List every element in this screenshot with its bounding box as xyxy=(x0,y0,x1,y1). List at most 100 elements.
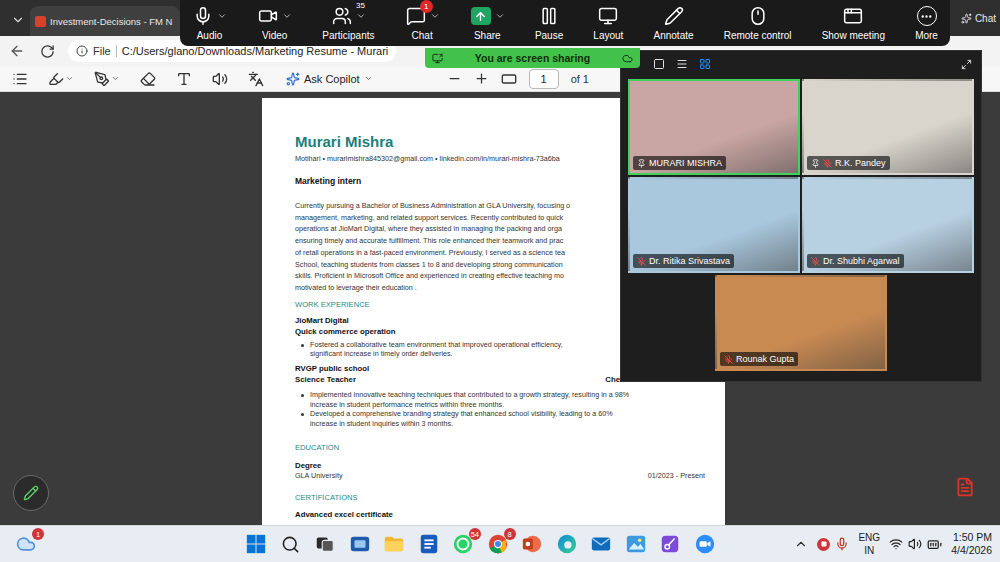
more-icon xyxy=(917,6,937,26)
meeting-toolbar-button[interactable]: Share xyxy=(470,5,505,41)
gallery-view-button[interactable] xyxy=(651,56,667,72)
taskbar-app[interactable] xyxy=(658,532,682,556)
weather-button[interactable]: 1 xyxy=(14,532,38,556)
quick-settings[interactable] xyxy=(889,537,942,552)
gallery-view-button[interactable] xyxy=(697,56,713,72)
copilot-chat-button[interactable]: Chat xyxy=(957,13,1000,24)
chevron-down-icon xyxy=(111,74,120,83)
taskbar-app[interactable] xyxy=(244,532,268,556)
mouse-icon xyxy=(748,6,768,26)
meeting-toolbar-button[interactable]: Annotate xyxy=(654,5,694,41)
text-button[interactable] xyxy=(176,70,192,88)
expand-button[interactable] xyxy=(958,56,974,72)
taskbar-app[interactable] xyxy=(624,532,648,556)
taskbar-app[interactable] xyxy=(313,532,337,556)
show-hidden-icons-icon[interactable] xyxy=(794,537,808,551)
speaker-view-icon xyxy=(653,58,665,70)
tray-app-icon[interactable] xyxy=(817,538,830,551)
resume-contact: Motihari • murarimishra845302@gmail.com … xyxy=(295,153,620,164)
summary-line: management, marketing, and related suppo… xyxy=(295,212,620,224)
refresh-button[interactable] xyxy=(38,42,56,60)
meeting-toolbar-button[interactable]: Remote control xyxy=(724,5,792,41)
back-button[interactable] xyxy=(8,42,26,60)
read-aloud-button[interactable] xyxy=(212,70,228,88)
taskbar-app[interactable] xyxy=(693,532,717,556)
draw-button[interactable] xyxy=(94,70,120,88)
app-badge: 54 xyxy=(469,528,481,540)
participant-tile[interactable]: MURARI MISHRA xyxy=(628,79,800,175)
meeting-toolbar-button[interactable]: Pause xyxy=(535,5,563,41)
taskbar-app[interactable] xyxy=(520,532,544,556)
meeting-toolbar-button[interactable]: More xyxy=(915,5,938,41)
draw-fab-button[interactable] xyxy=(13,475,49,511)
copilot-icon xyxy=(286,72,300,86)
acrobat-button[interactable] xyxy=(954,476,976,498)
tab-actions-button[interactable] xyxy=(6,8,30,32)
taskbar-app[interactable] xyxy=(382,532,406,556)
bullet-line: Implemented innovative teaching techniqu… xyxy=(310,390,629,400)
gallery-view-button[interactable] xyxy=(674,56,690,72)
zoom-out-button[interactable] xyxy=(447,70,462,88)
meeting-toolbar-button[interactable]: 1Chat xyxy=(405,5,440,41)
clock[interactable]: 1:50 PM4/4/2026 xyxy=(951,531,992,557)
meeting-toolbar-button[interactable]: 35Participants xyxy=(322,5,374,41)
participant-name-tag: R.K. Pandey xyxy=(807,156,890,170)
taskbar-app[interactable] xyxy=(589,532,613,556)
browser-tab[interactable]: Investment-Decisions - FM N xyxy=(30,6,180,36)
taskbar-app[interactable] xyxy=(417,532,441,556)
taskbar-app[interactable] xyxy=(279,532,303,556)
microphone-in-use-icon[interactable] xyxy=(835,537,849,551)
weather-badge: 1 xyxy=(32,528,44,540)
pencil-icon xyxy=(664,6,684,26)
strip-view-icon xyxy=(676,58,688,70)
zoom-controls: 1of 1 xyxy=(447,69,589,89)
gallery-header xyxy=(628,51,974,77)
address-scheme: File xyxy=(93,45,117,57)
taskbar-app[interactable]: 54 xyxy=(451,532,475,556)
meeting-toolbar-button[interactable]: Video xyxy=(257,5,292,41)
taskbar-app[interactable] xyxy=(555,532,579,556)
read-aloud-icon xyxy=(212,71,228,87)
back-arrow-icon xyxy=(9,43,25,59)
participant-tile[interactable]: Rounak Gupta xyxy=(715,275,887,371)
erase-button[interactable] xyxy=(140,70,156,88)
bullet-line: significant increase in timely order del… xyxy=(310,349,563,359)
highlight-button[interactable] xyxy=(48,70,74,88)
meeting-toolbar-button[interactable]: Audio xyxy=(192,5,227,41)
certification-name: Advanced excel certificate xyxy=(295,509,705,520)
word-icon xyxy=(418,533,440,555)
meeting-toolbar-label: Audio xyxy=(197,30,223,41)
page-number-field[interactable]: 1 xyxy=(529,69,559,89)
participant-tile[interactable]: Dr. Ritika Srivastava xyxy=(628,177,800,273)
degree-name: Degree xyxy=(295,460,705,471)
participant-name: Rounak Gupta xyxy=(736,354,794,364)
ellipsis-icon xyxy=(920,10,933,23)
pdf-favicon-icon xyxy=(35,16,46,27)
tab-title: Investment-Decisions - FM N xyxy=(50,16,172,27)
translate-button[interactable] xyxy=(248,70,264,88)
participant-name-tag: Dr. Ritika Srivastava xyxy=(633,254,734,268)
copilot-icon xyxy=(961,13,972,24)
contents-button[interactable] xyxy=(12,70,28,88)
education-entry: DegreeGLA University01/2023 - Present xyxy=(295,453,705,481)
participant-tile[interactable]: R.K. Pandey xyxy=(802,79,974,175)
fit-width-button[interactable] xyxy=(501,70,517,88)
ask-copilot-button[interactable]: Ask Copilot xyxy=(284,72,375,86)
zoom-in-button[interactable] xyxy=(474,70,489,88)
app-badge: 8 xyxy=(504,528,516,540)
clock-date: 4/4/2026 xyxy=(951,544,992,557)
role-title: Science Teacher xyxy=(295,374,356,385)
meeting-toolbar-button[interactable]: Layout xyxy=(593,5,623,41)
meeting-toolbar-button[interactable]: Show meeting xyxy=(822,5,885,41)
taskbar-app[interactable] xyxy=(348,532,372,556)
acrobat-icon xyxy=(955,477,975,497)
participant-tile[interactable]: Dr. Shubhi Agarwal xyxy=(802,177,974,273)
input-language[interactable]: ENGIN xyxy=(858,531,880,557)
window-icon xyxy=(843,6,863,26)
taskbar-app[interactable]: 8 xyxy=(486,532,510,556)
summary-line: School, teaching students from classes 1… xyxy=(295,259,620,271)
role-title: Quick commerce operation xyxy=(295,326,396,337)
screen-sharing-banner[interactable]: You are screen sharing xyxy=(425,48,640,68)
ask-copilot-label: Ask Copilot xyxy=(304,73,360,85)
summary-line: motivated to leverage their education . xyxy=(295,282,620,294)
